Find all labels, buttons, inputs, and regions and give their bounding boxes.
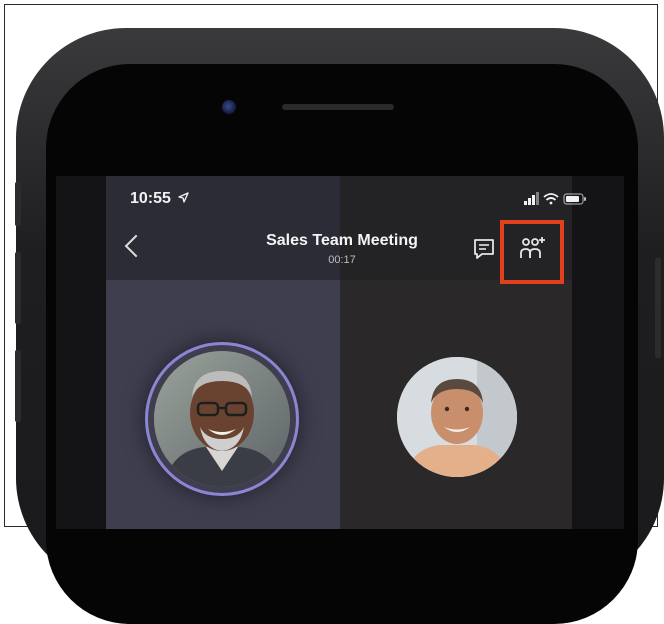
status-indicators	[524, 192, 586, 205]
participant-1-portrait	[154, 351, 290, 487]
meeting-title: Sales Team Meeting	[266, 232, 418, 249]
volume-button	[15, 350, 21, 422]
volume-button	[15, 252, 21, 324]
phone-screen: 10:55 Sales Team Meeting 00:17	[56, 176, 624, 529]
signal-icon	[524, 192, 539, 205]
status-time: 10:55	[130, 190, 190, 208]
power-button	[655, 258, 661, 358]
wifi-icon	[543, 193, 559, 205]
battery-icon	[563, 193, 586, 205]
chat-icon[interactable]	[472, 238, 496, 260]
earpiece-speaker	[282, 104, 394, 110]
participant-2-avatar[interactable]	[397, 357, 517, 477]
call-timer: 00:17	[328, 254, 356, 266]
participant-2-portrait	[397, 357, 517, 477]
volume-button	[15, 182, 21, 226]
status-time-text: 10:55	[130, 190, 171, 207]
participants-highlight-box	[500, 220, 564, 284]
participant-1-avatar[interactable]	[154, 351, 290, 487]
front-camera-icon	[222, 100, 236, 114]
location-arrow-icon	[178, 192, 190, 203]
